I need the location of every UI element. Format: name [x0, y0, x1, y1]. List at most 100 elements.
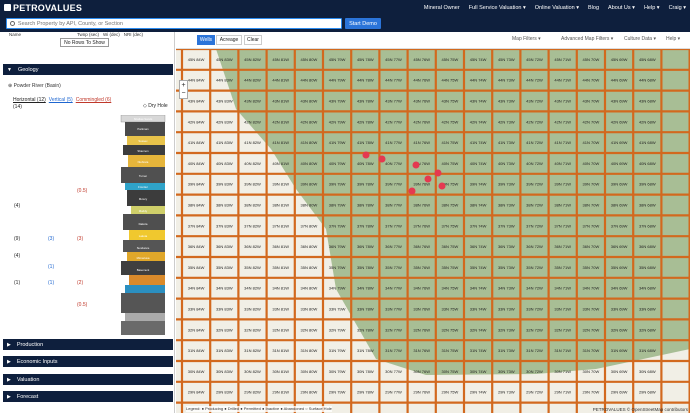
township-label: 37N 68W — [639, 223, 656, 228]
map-help-dropdown[interactable]: Help ▾ — [666, 36, 680, 42]
column-nri[interactable]: NRI (dec) — [124, 32, 143, 38]
township-label: 30N 73W — [498, 369, 515, 374]
well-marker[interactable] — [362, 151, 370, 159]
township-label: 30N 81W — [272, 369, 289, 374]
geology-tabs: Horizontal (12) Vertical (5) Commingled … — [13, 97, 111, 103]
township-label: 38N 72W — [526, 203, 543, 208]
nav-help[interactable]: Help ▾ — [644, 5, 660, 11]
well-marker[interactable] — [424, 175, 432, 183]
well-marker[interactable] — [378, 155, 386, 163]
township-label: 36N 74W — [470, 244, 487, 249]
township-label: 37N 71W — [554, 223, 571, 228]
well-marker[interactable] — [408, 187, 416, 195]
township-label: 44N 69W — [611, 78, 628, 83]
nav-online-valuation[interactable]: Online Valuation ▾ — [535, 5, 579, 11]
township-label: 37N 79W — [329, 223, 346, 228]
start-demo-button[interactable]: Start Demo — [345, 18, 381, 29]
township-label: 34N 78W — [357, 286, 374, 291]
well-marker[interactable] — [438, 182, 446, 190]
formation-layer — [121, 321, 165, 335]
township-label: 35N 73W — [498, 265, 515, 270]
economic-inputs-accordion[interactable]: ▶ Economic Inputs — [3, 356, 173, 367]
tab-commingled[interactable]: Commingled (6) — [76, 97, 112, 103]
township-label: 38N 81W — [272, 203, 289, 208]
township-label: 33N 74W — [470, 307, 487, 312]
column-name[interactable]: Name — [9, 32, 55, 38]
logo[interactable]: PETROVALUES — [4, 3, 82, 13]
tab-vertical[interactable]: Vertical (5) — [49, 97, 73, 103]
township-label: 40N 79W — [329, 161, 346, 166]
township-map[interactable]: 45N 84W 45N 83W 45N 82W 45N 81W 45N 80W 45N 7… — [176, 49, 690, 413]
township-label: 29N 72W — [526, 390, 543, 395]
township-label: 44N 74W — [470, 78, 487, 83]
township-label: 30N 82W — [244, 369, 261, 374]
left-panel: Name Twnp (sec) Wi (dec) NRI (dec) No Ro… — [0, 32, 175, 413]
township-label: 39N 73W — [498, 182, 515, 187]
zoom-control: + − — [179, 80, 188, 99]
township-label: 29N 75W — [442, 390, 459, 395]
township-label: 38N 69W — [611, 203, 628, 208]
wells-toggle[interactable]: Wells — [197, 35, 215, 45]
township-label: 45N 79W — [329, 57, 346, 62]
zoom-in-button[interactable]: + — [181, 82, 185, 89]
township-label: 30N 80W — [301, 369, 318, 374]
township-label: 45N 71W — [554, 57, 571, 62]
geo-row-6-extra: (0.5) — [77, 302, 88, 308]
township-label: 35N 68W — [639, 265, 656, 270]
nav-mineral-owner[interactable]: Mineral Owner — [424, 5, 460, 11]
township-label: 32N 70W — [583, 327, 600, 332]
township-label: 36N 75W — [442, 244, 459, 249]
nav-user[interactable]: Craig ▾ — [669, 5, 686, 11]
township-label: 34N 79W — [329, 286, 346, 291]
township-label: 39N 71W — [554, 182, 571, 187]
acreage-toggle[interactable]: Acreage — [216, 35, 242, 45]
township-label: 41N 72W — [526, 140, 543, 145]
geology-title: Geology — [17, 66, 39, 73]
township-label: 44N 80W — [301, 78, 318, 83]
advanced-map-filters-dropdown[interactable]: Advanced Map Filters ▾ — [561, 36, 613, 42]
tab-horizontal[interactable]: Horizontal (12) — [13, 97, 46, 103]
township-label: 38N 82W — [244, 203, 261, 208]
geo-row-4-vertical: (1) — [48, 264, 55, 270]
forecast-accordion[interactable]: ▶ Forecast — [3, 391, 173, 402]
township-label: 29N 84W — [188, 390, 205, 395]
township-label: 34N 71W — [554, 286, 571, 291]
formation-label: Turner — [139, 174, 147, 178]
township-label: 39N 70W — [583, 182, 600, 187]
township-label: 36N 84W — [188, 244, 205, 249]
nav-blog[interactable]: Blog — [588, 5, 599, 11]
map-filters-dropdown[interactable]: Map Filters ▾ — [512, 36, 541, 42]
nav-full-service[interactable]: Full Service Valuation ▾ — [469, 5, 526, 11]
township-label: 43N 83W — [216, 99, 233, 104]
well-marker[interactable] — [434, 169, 442, 177]
township-label: 30N 75W — [442, 369, 459, 374]
zoom-out-button[interactable]: − — [181, 90, 185, 97]
nav-about[interactable]: About Us ▾ — [608, 5, 635, 11]
township-label: 29N 74W — [470, 390, 487, 395]
geology-accordion[interactable]: ▼ Geology — [3, 64, 173, 75]
township-label: 34N 77W — [385, 286, 402, 291]
production-accordion[interactable]: ▶ Production — [3, 339, 173, 350]
township-label: 30N 79W — [329, 369, 346, 374]
culture-data-dropdown[interactable]: Culture Data ▾ — [624, 36, 656, 42]
township-label: 29N 69W — [611, 390, 628, 395]
township-label: 36N 78W — [357, 244, 374, 249]
township-label: 41N 77W — [385, 140, 402, 145]
township-label: 36N 76W — [413, 244, 430, 249]
clear-button[interactable]: Clear — [244, 35, 262, 45]
well-marker[interactable] — [412, 161, 420, 169]
township-label: 32N 76W — [413, 327, 430, 332]
township-label: 36N 80W — [301, 244, 318, 249]
township-label: 45N 73W — [498, 57, 515, 62]
formation-label: Muddy — [139, 209, 148, 213]
township-label: 29N 73W — [498, 390, 515, 395]
township-label: 43N 79W — [329, 99, 346, 104]
valuation-accordion[interactable]: ▶ Valuation — [3, 374, 173, 385]
township-label: 35N 78W — [357, 265, 374, 270]
township-label: 40N 72W — [526, 161, 543, 166]
search-input[interactable] — [17, 20, 341, 27]
township-label: 41N 74W — [470, 140, 487, 145]
township-label: 34N 83W — [216, 286, 233, 291]
no-rows-message: No Rows To Show — [60, 38, 109, 47]
township-label: 44N 76W — [413, 78, 430, 83]
